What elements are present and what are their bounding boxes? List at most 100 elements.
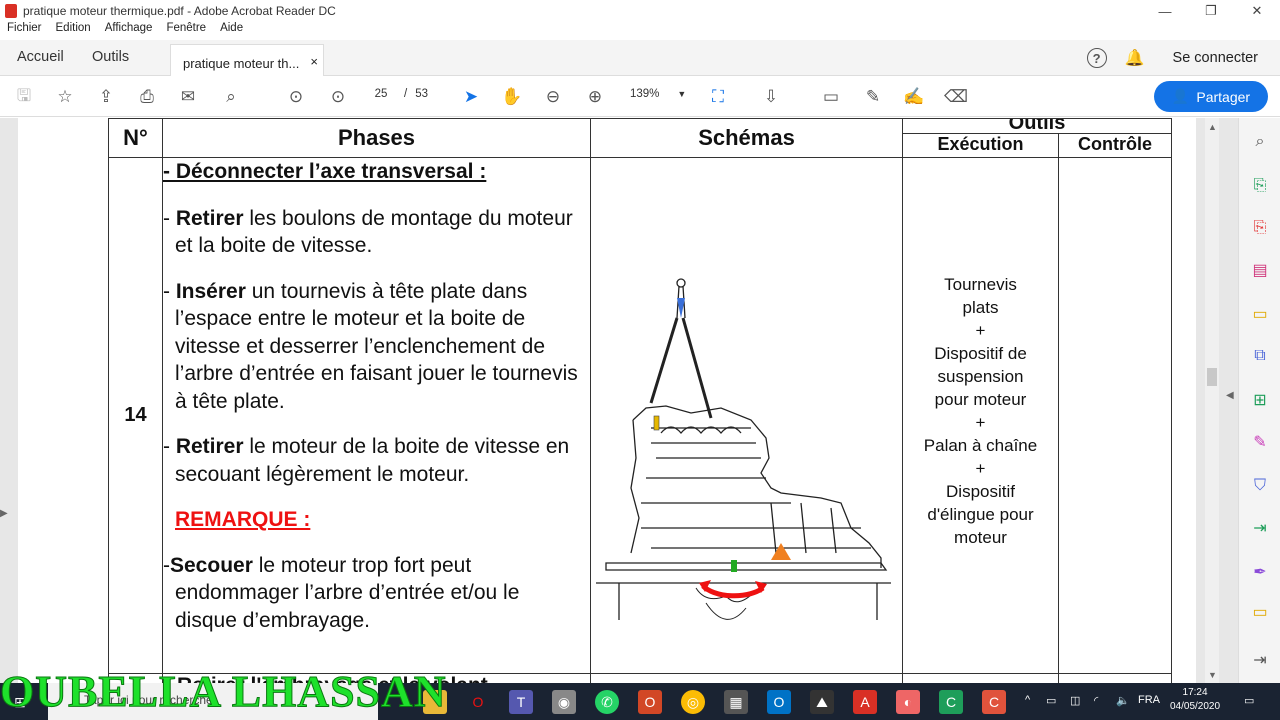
opera-icon[interactable]: O (466, 690, 490, 714)
email-icon[interactable]: ✉ (176, 85, 200, 109)
document-viewport[interactable]: ▶ N° Phases Schémas Outils Exécution Con… (0, 118, 1238, 683)
fill-sign-tool-icon[interactable]: ✎ (1250, 432, 1270, 452)
export-pdf-icon[interactable]: ⎘ (1250, 176, 1270, 196)
notification-icon[interactable]: ▭ (1244, 694, 1254, 707)
add-user-icon: 👤 (1171, 88, 1190, 104)
zoom-out-icon[interactable]: ⊖ (541, 85, 565, 109)
organize-pages-icon[interactable]: ▤ (1250, 260, 1270, 280)
bell-icon[interactable]: 🔔 (1125, 48, 1145, 68)
scroll-up-icon[interactable]: ▲ (1208, 122, 1217, 132)
close-window-button[interactable]: ✕ (1234, 0, 1280, 22)
phases-cell: - Déconnecter l’axe transversal : - Reti… (162, 157, 591, 674)
step-verb: Retirer (175, 435, 244, 458)
right-panel-collapse-icon[interactable]: ◀ (1226, 390, 1234, 401)
language-indicator[interactable]: FRA (1138, 694, 1160, 706)
print-icon[interactable]: ⎙ (135, 85, 159, 109)
tool-line: plats (962, 297, 999, 317)
whatsapp-icon[interactable]: ✆ (595, 690, 619, 714)
page-up-icon[interactable]: ⊙ (284, 85, 308, 109)
menu-aide[interactable]: Aide (213, 22, 250, 40)
help-icon[interactable]: ? (1086, 48, 1107, 68)
acrobat-icon[interactable]: A (853, 690, 877, 714)
comment-tool-icon[interactable]: ▭ (1250, 304, 1270, 324)
tab-home[interactable]: Accueil (17, 49, 64, 65)
step-verb: Retirer (175, 206, 244, 230)
chrome-icon[interactable]: ◎ (681, 690, 705, 714)
restore-button[interactable]: ❐ (1188, 0, 1234, 22)
tab-tools[interactable]: Outils (92, 49, 129, 65)
camera-icon[interactable]: ◉ (552, 690, 576, 714)
engine-hoist-illustration (596, 278, 891, 620)
title-bar: pratique moteur thermique.pdf - Adobe Ac… (0, 0, 1280, 22)
star-icon[interactable]: ☆ (53, 85, 77, 109)
zoom-value: 139% (630, 88, 660, 100)
tab-document[interactable]: pratique moteur th... × (170, 44, 324, 76)
calculator-icon[interactable]: ▦ (724, 690, 748, 714)
network-icon[interactable]: ◫ (1070, 694, 1080, 707)
more-tools-icon[interactable]: ▭ (1250, 602, 1270, 622)
expand-panel-icon[interactable]: ⇥ (1250, 650, 1270, 670)
teams-icon[interactable]: T (509, 690, 533, 714)
page-separator: / (404, 88, 408, 100)
step-heading: - Déconnecter l’axe transversal : (163, 160, 487, 183)
step-verb: Insérer (175, 279, 246, 303)
header-execution: Exécution (902, 133, 1059, 158)
chevron-down-icon: ▼ (677, 89, 687, 99)
hand-tool-icon[interactable]: ✋ (500, 85, 524, 109)
search-icon[interactable]: ⌕ (219, 85, 243, 109)
tray-chevron-icon[interactable]: ^ (1025, 694, 1030, 706)
upload-icon[interactable]: ⇪ (94, 85, 118, 109)
combine-files-icon[interactable]: ⧉ (1250, 346, 1270, 366)
scroll-mode-icon[interactable]: ⇩ (759, 85, 783, 109)
select-cursor-icon[interactable]: ➤ (459, 85, 483, 109)
fill-sign-icon[interactable]: ⌫ (944, 85, 968, 109)
page-fit-icon[interactable]: ⛶ (706, 85, 730, 109)
scroll-down-icon[interactable]: ▼ (1208, 670, 1217, 680)
window-controls: — ❐ ✕ (1142, 0, 1280, 22)
camtasia-green-icon[interactable]: C (939, 690, 963, 714)
page-down-icon[interactable]: ⊙ (326, 85, 350, 109)
save-icon[interactable]: 🖫 (12, 85, 36, 109)
left-panel-toggle-icon[interactable]: ▶ (0, 508, 8, 519)
menu-bar: Fichier Edition Affichage Fenêtre Aide (0, 22, 250, 40)
taskbar-clock[interactable]: 17:24 04/05/2020 (1170, 686, 1220, 714)
photos-icon[interactable]: ⛰ (810, 690, 834, 714)
next-execution-cell (902, 673, 1059, 683)
outlook-icon[interactable]: O (767, 690, 791, 714)
zoom-search-icon[interactable]: ⌕ (1250, 132, 1270, 152)
create-pdf-icon[interactable]: ⎘ (1250, 218, 1270, 238)
clock-date: 04/05/2020 (1170, 701, 1221, 712)
volume-icon[interactable]: 🔈 (1116, 694, 1130, 707)
comment-icon[interactable]: ▭ (819, 85, 843, 109)
scrollbar-thumb[interactable] (1207, 368, 1217, 386)
step-paragraph: - Insérer un tournevis à tête plate dans… (163, 279, 578, 413)
camtasia-red-icon[interactable]: C (982, 690, 1006, 714)
office-icon[interactable]: O (638, 690, 662, 714)
tool-line: pour moteur (934, 389, 1027, 409)
highlight-icon[interactable]: ✎ (861, 85, 885, 109)
recorder-icon[interactable]: ◐ (896, 690, 920, 714)
protect-shield-icon[interactable]: ⛉ (1250, 476, 1270, 496)
control-cell (1058, 157, 1172, 674)
sign-icon[interactable]: ✍ (902, 85, 926, 109)
export-tool-icon[interactable]: ⇥ (1250, 518, 1270, 538)
vertical-scrollbar[interactable]: ▲ ▼ (1205, 118, 1219, 683)
tool-line: Dispositif (946, 481, 1015, 501)
share-button[interactable]: 👤 Partager (1154, 81, 1268, 112)
zoom-select[interactable]: 139% ▼ (630, 88, 686, 100)
menu-affichage[interactable]: Affichage (98, 22, 160, 40)
tool-line: Dispositif de (934, 343, 1027, 363)
minimize-button[interactable]: — (1142, 0, 1188, 22)
menu-edition[interactable]: Edition (49, 22, 98, 40)
zoom-in-icon[interactable]: ⊕ (583, 85, 607, 109)
menu-fichier[interactable]: Fichier (0, 22, 49, 40)
menu-fenetre[interactable]: Fenêtre (159, 22, 213, 40)
close-tab-icon[interactable]: × (310, 54, 318, 69)
compress-icon[interactable]: ⊞ (1250, 390, 1270, 410)
send-sign-icon[interactable]: ✒ (1250, 562, 1270, 582)
battery-icon[interactable]: ▭ (1046, 694, 1056, 707)
login-link[interactable]: Se connecter (1173, 50, 1258, 66)
page-number-input[interactable]: 25 (366, 88, 396, 100)
tab-bar: Accueil Outils pratique moteur th... × ?… (0, 40, 1280, 76)
wifi-icon[interactable]: ◜ (1094, 694, 1098, 707)
